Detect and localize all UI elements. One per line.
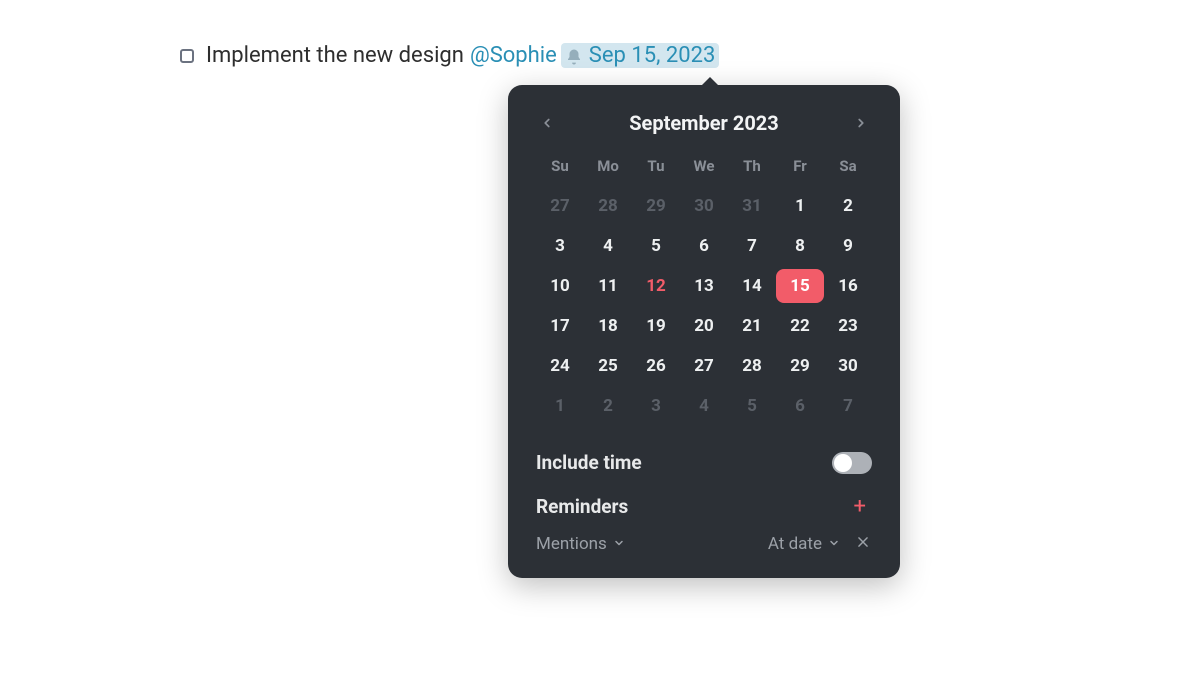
add-reminder-button[interactable]: + (848, 494, 872, 519)
calendar-week: 10111213141516 (536, 269, 872, 303)
calendar-day[interactable]: 18 (584, 309, 632, 343)
calendar-week: 272829303112 (536, 189, 872, 223)
toggle-knob (834, 454, 852, 472)
calendar-day[interactable]: 6 (680, 229, 728, 263)
date-popover: September 2023 SuMoTuWeThFrSa 2728293031… (508, 85, 900, 578)
include-time-row: Include time (536, 451, 872, 474)
calendar-day[interactable]: 29 (776, 349, 824, 383)
calendar-day[interactable]: 5 (728, 389, 776, 423)
day-of-week: Sa (824, 157, 872, 175)
calendar-day[interactable]: 20 (680, 309, 728, 343)
calendar-day[interactable]: 26 (632, 349, 680, 383)
calendar-day[interactable]: 12 (632, 269, 680, 303)
calendar-day[interactable]: 7 (728, 229, 776, 263)
popover-arrow (702, 77, 718, 85)
calendar-day[interactable]: 28 (728, 349, 776, 383)
chevron-down-icon (613, 534, 625, 554)
reminder-type-label: Mentions (536, 534, 607, 554)
task-checkbox[interactable] (180, 49, 194, 63)
day-of-week: We (680, 157, 728, 175)
calendar-day[interactable]: 15 (776, 269, 824, 303)
day-of-week: Mo (584, 157, 632, 175)
day-of-week-row: SuMoTuWeThFrSa (536, 157, 872, 175)
remove-reminder-button[interactable] (854, 533, 872, 554)
reminder-item: Mentions At date (536, 533, 872, 554)
calendar-day[interactable]: 2 (584, 389, 632, 423)
reminder-when-label: At date (768, 534, 822, 554)
reminder-type-select[interactable]: Mentions (536, 534, 625, 554)
calendar-day[interactable]: 5 (632, 229, 680, 263)
calendar-week: 3456789 (536, 229, 872, 263)
date-chip[interactable]: Sep 15, 2023 (561, 43, 720, 68)
include-time-toggle[interactable] (832, 452, 872, 474)
calendar-day[interactable]: 4 (680, 389, 728, 423)
calendar-day[interactable]: 30 (824, 349, 872, 383)
prev-month-button[interactable] (536, 112, 558, 134)
calendar-week: 1234567 (536, 389, 872, 423)
reminder-when-select[interactable]: At date (768, 534, 840, 554)
calendar-day[interactable]: 29 (632, 189, 680, 223)
calendar-day[interactable]: 8 (776, 229, 824, 263)
calendar-day[interactable]: 27 (536, 189, 584, 223)
calendar-week: 17181920212223 (536, 309, 872, 343)
calendar-week: 24252627282930 (536, 349, 872, 383)
calendar-day[interactable]: 14 (728, 269, 776, 303)
calendar-day[interactable]: 16 (824, 269, 872, 303)
calendar-day[interactable]: 27 (680, 349, 728, 383)
calendar-day[interactable]: 17 (536, 309, 584, 343)
day-of-week: Su (536, 157, 584, 175)
next-month-button[interactable] (850, 112, 872, 134)
calendar-day[interactable]: 30 (680, 189, 728, 223)
calendar-day[interactable]: 21 (728, 309, 776, 343)
calendar-day[interactable]: 1 (536, 389, 584, 423)
calendar-header: September 2023 (536, 111, 872, 135)
month-label: September 2023 (629, 111, 779, 135)
calendar-day[interactable]: 23 (824, 309, 872, 343)
reminders-row: Reminders + (536, 494, 872, 519)
chevron-down-icon (828, 534, 840, 554)
calendar-day[interactable]: 7 (824, 389, 872, 423)
include-time-label: Include time (536, 451, 642, 474)
calendar-day[interactable]: 24 (536, 349, 584, 383)
task-text: Implement the new design (206, 43, 464, 68)
calendar-day[interactable]: 28 (584, 189, 632, 223)
day-of-week: Th (728, 157, 776, 175)
task-line: Implement the new design @Sophie Sep 15,… (180, 43, 719, 68)
calendar-day[interactable]: 9 (824, 229, 872, 263)
mention[interactable]: @Sophie (470, 43, 557, 68)
calendar-day[interactable]: 22 (776, 309, 824, 343)
calendar-day[interactable]: 2 (824, 189, 872, 223)
calendar-day[interactable]: 6 (776, 389, 824, 423)
calendar-grid: 2728293031123456789101112131415161718192… (536, 189, 872, 423)
reminders-label: Reminders (536, 495, 628, 518)
calendar-day[interactable]: 3 (536, 229, 584, 263)
calendar-day[interactable]: 19 (632, 309, 680, 343)
day-of-week: Fr (776, 157, 824, 175)
calendar-day[interactable]: 13 (680, 269, 728, 303)
date-chip-label: Sep 15, 2023 (589, 43, 716, 68)
bell-icon (565, 47, 583, 65)
calendar-day[interactable]: 25 (584, 349, 632, 383)
calendar-day[interactable]: 1 (776, 189, 824, 223)
calendar-day[interactable]: 10 (536, 269, 584, 303)
calendar-day[interactable]: 11 (584, 269, 632, 303)
day-of-week: Tu (632, 157, 680, 175)
calendar-day[interactable]: 31 (728, 189, 776, 223)
calendar-day[interactable]: 3 (632, 389, 680, 423)
calendar-day[interactable]: 4 (584, 229, 632, 263)
